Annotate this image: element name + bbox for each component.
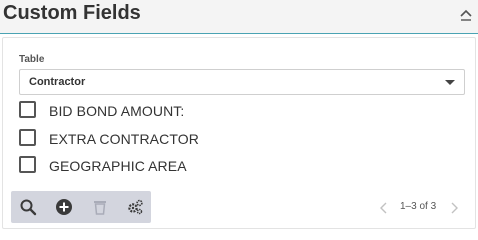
- field-row-bid-bond-amount[interactable]: BID BOND AMOUNT:: [19, 101, 319, 123]
- field-row-extra-contractor[interactable]: EXTRA CONTRACTOR: [19, 129, 319, 151]
- field-label: EXTRA CONTRACTOR: [49, 131, 199, 147]
- table-select[interactable]: Contractor: [19, 69, 465, 95]
- table-select-value: Contractor: [29, 76, 86, 88]
- settings-icon[interactable]: [126, 198, 144, 216]
- table-label: Table: [19, 54, 45, 65]
- panel-header: Custom Fields: [0, 0, 478, 34]
- caret-down-icon: [445, 80, 455, 85]
- pager-range: 1–3 of 3: [400, 201, 437, 212]
- field-checkbox[interactable]: [19, 101, 36, 118]
- trash-icon[interactable]: [91, 198, 109, 216]
- field-checkbox[interactable]: [19, 129, 36, 146]
- add-icon[interactable]: [55, 198, 73, 216]
- field-label: BID BOND AMOUNT:: [49, 103, 185, 119]
- field-row-geographic-area[interactable]: GEOGRAPHIC AREA: [19, 156, 319, 178]
- chevron-right-icon[interactable]: [449, 201, 459, 214]
- field-checkbox[interactable]: [19, 156, 36, 173]
- toolbar: [11, 191, 151, 223]
- custom-fields-panel: Custom Fields Table Contractor BID BOND …: [0, 0, 478, 232]
- panel-title: Custom Fields: [3, 2, 141, 24]
- search-icon[interactable]: [19, 198, 37, 216]
- chevron-left-icon[interactable]: [379, 201, 389, 214]
- chevron-up-icon[interactable]: [458, 7, 474, 23]
- custom-fields-card: Table Contractor BID BOND AMOUNT: EXTRA …: [2, 37, 476, 229]
- field-label: GEOGRAPHIC AREA: [49, 158, 187, 174]
